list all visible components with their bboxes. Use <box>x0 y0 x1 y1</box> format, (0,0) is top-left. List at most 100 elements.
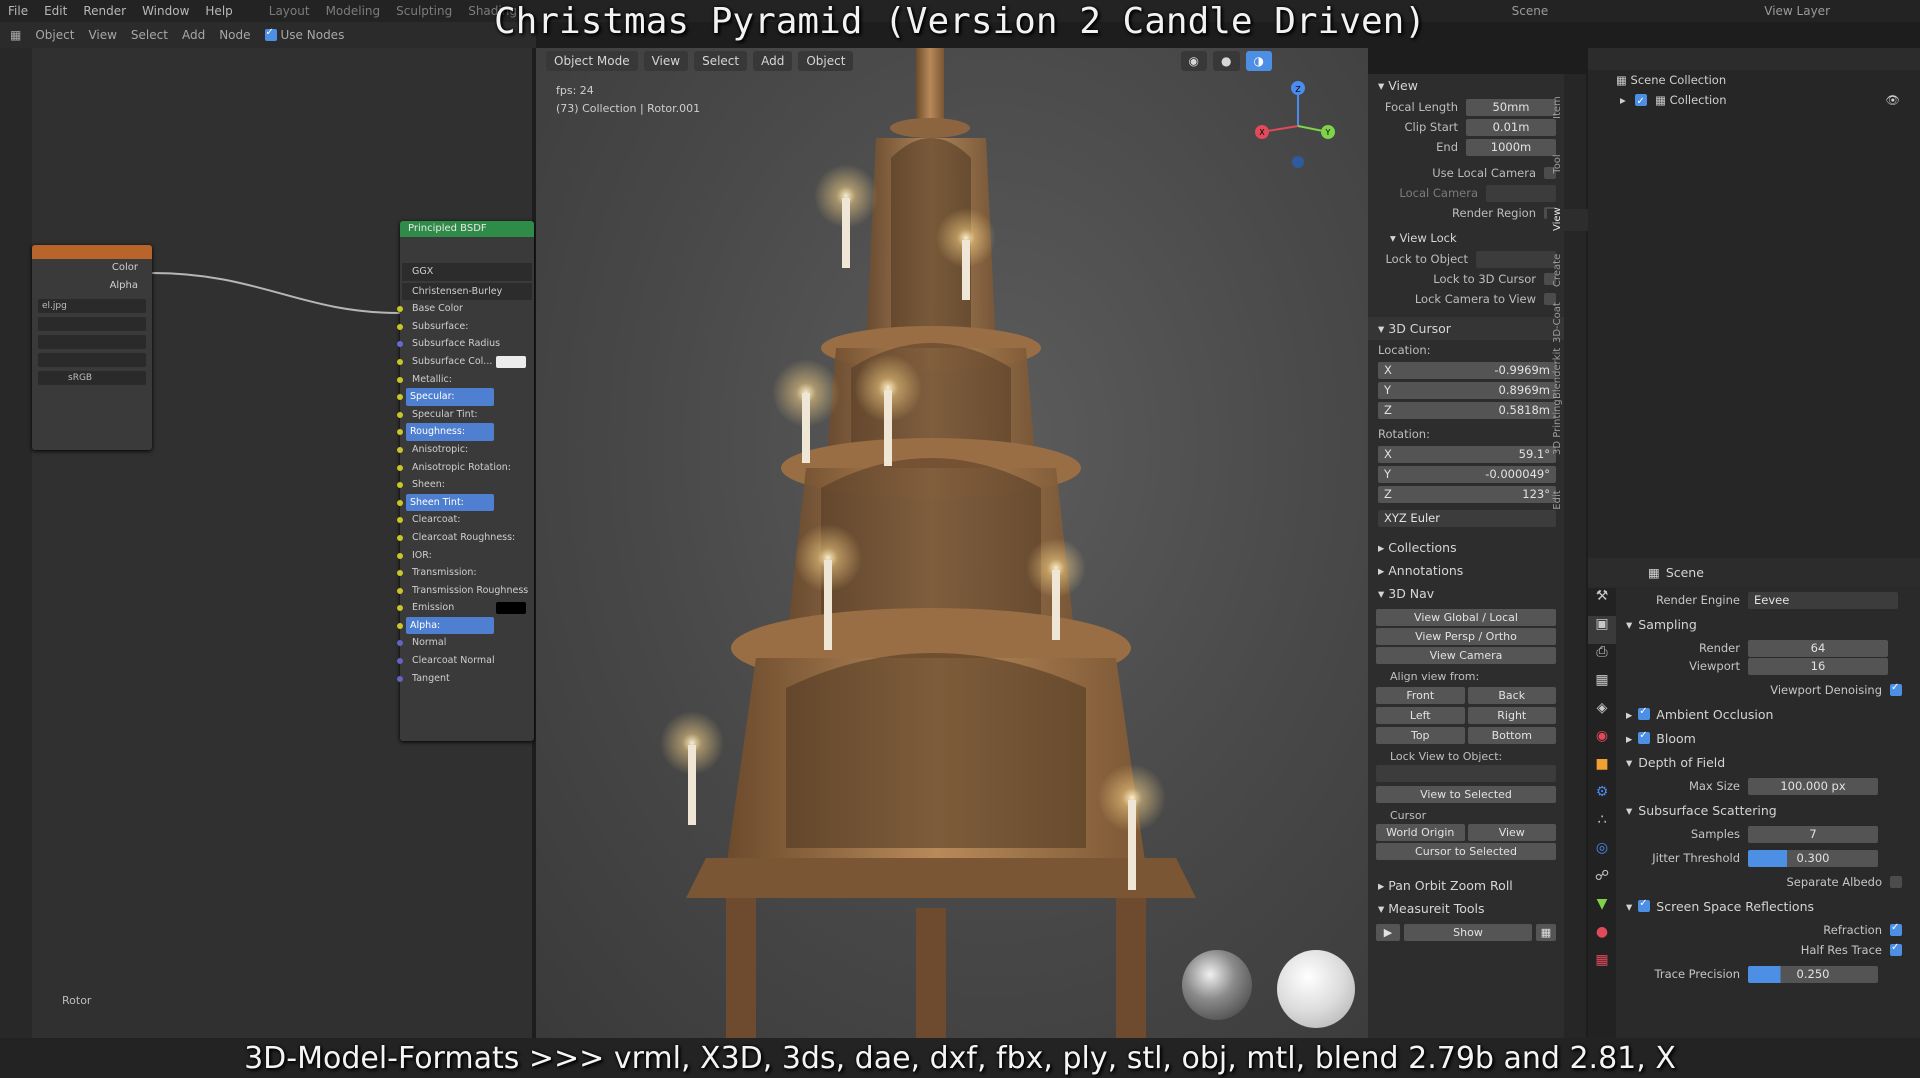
bloom-header[interactable]: ▸ Bloom <box>1618 726 1918 750</box>
bsdf-input-row[interactable]: Specular: <box>397 388 494 406</box>
cursor-location-field[interactable]: X -0.9969m <box>1378 361 1556 379</box>
bsdf-input-row[interactable]: Anisotropic: <box>397 441 532 459</box>
3d-cursor-header[interactable]: ▾ 3D Cursor <box>1368 317 1564 340</box>
bsdf-input-row[interactable]: Clearcoat: <box>397 511 532 529</box>
refraction-checkbox[interactable] <box>1890 922 1902 936</box>
constraints-tab-icon[interactable]: ☍ <box>1588 868 1616 896</box>
eye-icon[interactable]: 👁 <box>1885 90 1900 110</box>
colorspace-field[interactable]: sRGB <box>38 371 146 385</box>
particles-tab-icon[interactable]: ∴ <box>1588 812 1616 840</box>
trace-precision-slider[interactable]: 0.250 <box>1748 965 1878 983</box>
bsdf-input-row[interactable]: Tangent <box>397 670 532 688</box>
world-origin-button[interactable]: World Origin <box>1376 824 1465 841</box>
outliner-scene-collection[interactable]: ▦ Scene Collection <box>1588 70 1920 90</box>
lock-view-object-field[interactable] <box>1376 765 1556 782</box>
bloom-checkbox[interactable] <box>1638 730 1651 744</box>
render-engine-dropdown[interactable]: Eevee <box>1748 591 1898 609</box>
bsdf-input-row[interactable]: Emission <box>397 599 532 617</box>
cursor-to-selected-button[interactable]: Cursor to Selected <box>1376 843 1556 860</box>
input-socket[interactable] <box>397 622 403 629</box>
input-socket[interactable] <box>397 658 403 665</box>
view-camera-button[interactable]: View Camera <box>1376 647 1556 664</box>
input-socket[interactable] <box>397 482 403 489</box>
input-socket[interactable] <box>397 517 403 524</box>
view-layer-tab-icon[interactable]: ▦ <box>1588 672 1616 700</box>
clip-start-field[interactable]: 0.01m <box>1466 118 1556 136</box>
lock-to-object-field[interactable] <box>1476 250 1556 268</box>
input-socket[interactable] <box>397 605 403 612</box>
3d-nav-header[interactable]: ▾ 3D Nav <box>1368 582 1564 605</box>
image-selector[interactable]: el.jpg <box>38 299 146 313</box>
sampling-header[interactable]: ▾ Sampling <box>1618 612 1918 636</box>
jitter-slider[interactable]: 0.300 <box>1748 849 1878 867</box>
view-global-local-button[interactable]: View Global / Local <box>1376 609 1556 626</box>
subsurface-method-dropdown[interactable]: Christensen-Burley <box>402 282 532 301</box>
half-res-checkbox[interactable] <box>1890 942 1902 956</box>
outliner-collection[interactable]: ▸ ▦ Collection👁 <box>1588 90 1920 112</box>
input-socket[interactable] <box>397 640 403 647</box>
input-socket[interactable] <box>397 534 403 541</box>
bsdf-title[interactable]: Principled BSDF <box>400 221 534 237</box>
max-size-field[interactable]: 100.000 px <box>1748 777 1878 795</box>
ao-checkbox[interactable] <box>1638 706 1651 720</box>
sss-header[interactable]: ▾ Subsurface Scattering <box>1618 798 1918 822</box>
bsdf-input-row[interactable]: Subsurface Col... <box>397 353 532 371</box>
bsdf-input-row[interactable]: Subsurface: <box>397 318 532 336</box>
input-socket[interactable] <box>397 499 403 506</box>
data-tab-icon[interactable]: ▼ <box>1588 896 1616 924</box>
cursor-view-button[interactable]: View <box>1467 824 1556 841</box>
input-socket[interactable] <box>397 675 403 682</box>
texture-tab-icon[interactable]: ▦ <box>1588 952 1616 980</box>
input-socket[interactable] <box>397 464 403 471</box>
output-tab-icon[interactable]: ⎙ <box>1588 644 1616 672</box>
measureit-section[interactable]: ▾ Measureit Tools <box>1368 897 1564 920</box>
principled-bsdf-node[interactable]: Principled BSDF GGX Christensen-Burley B… <box>397 221 534 741</box>
extension-field[interactable] <box>38 353 146 367</box>
bsdf-input-row[interactable]: Anisotropic Rotation: <box>397 459 532 477</box>
local-camera-field[interactable] <box>1486 184 1556 202</box>
collections-section[interactable]: ▸ Collections <box>1368 536 1564 559</box>
bsdf-input-row[interactable]: Transmission Roughness <box>397 582 532 600</box>
bsdf-input-row[interactable]: IOR: <box>397 547 532 565</box>
input-socket[interactable] <box>397 429 403 436</box>
interpolation-field[interactable] <box>38 317 146 331</box>
3d-viewport[interactable]: Object Mode View Select Add Object ◉ ● ◑… <box>536 48 1368 1038</box>
material-tab-icon[interactable]: ● <box>1588 924 1616 952</box>
scene-tab-icon[interactable]: ◈ <box>1588 700 1616 728</box>
distribution-dropdown[interactable]: GGX <box>402 263 532 281</box>
bsdf-input-row[interactable]: Clearcoat Normal <box>397 652 532 670</box>
ssr-header[interactable]: ▾ Screen Space Reflections <box>1618 894 1918 918</box>
bsdf-input-row[interactable]: Sheen Tint: <box>397 493 494 512</box>
view-to-selected-button[interactable]: View to Selected <box>1376 786 1556 803</box>
collection-checkbox[interactable] <box>1635 92 1648 112</box>
object-tab-icon[interactable]: ■ <box>1588 756 1616 784</box>
align-left-button[interactable]: Left <box>1376 707 1465 724</box>
bsdf-input-row[interactable]: Metallic: <box>397 371 532 389</box>
cursor-rotation-field[interactable]: Z 123° <box>1378 485 1556 503</box>
align-bottom-button[interactable]: Bottom <box>1467 727 1556 744</box>
input-socket[interactable] <box>397 411 403 418</box>
bsdf-input-row[interactable]: Specular Tint: <box>397 406 532 424</box>
bsdf-input-row[interactable]: Transmission: <box>397 564 532 582</box>
input-socket[interactable] <box>397 323 403 330</box>
bsdf-input-row[interactable]: Normal <box>397 634 532 652</box>
play-icon[interactable]: ▶ <box>1376 924 1400 941</box>
input-socket[interactable] <box>397 341 403 348</box>
render-tab-icon[interactable]: ▣ <box>1588 616 1616 644</box>
color-swatch[interactable] <box>496 355 526 368</box>
measureit-show-button[interactable]: Show <box>1404 924 1532 941</box>
bsdf-input-row[interactable]: Sheen: <box>397 476 532 494</box>
bsdf-input-row[interactable]: Clearcoat Roughness: <box>397 529 532 547</box>
viewport-denoising-checkbox[interactable] <box>1890 682 1902 696</box>
projection-field[interactable] <box>38 335 146 349</box>
bsdf-input-row[interactable]: Subsurface Radius <box>397 335 532 353</box>
physics-tab-icon[interactable]: ◎ <box>1588 840 1616 868</box>
ssr-checkbox[interactable] <box>1638 898 1651 912</box>
input-socket[interactable] <box>397 552 403 559</box>
rotation-mode-dropdown[interactable]: XYZ Euler <box>1378 509 1556 527</box>
ao-header[interactable]: ▸ Ambient Occlusion <box>1618 702 1918 726</box>
render-samples-field[interactable]: 64 <box>1748 639 1888 657</box>
align-front-button[interactable]: Front <box>1376 687 1465 704</box>
align-right-button[interactable]: Right <box>1467 707 1556 724</box>
cursor-rotation-field[interactable]: X 59.1° <box>1378 445 1556 463</box>
